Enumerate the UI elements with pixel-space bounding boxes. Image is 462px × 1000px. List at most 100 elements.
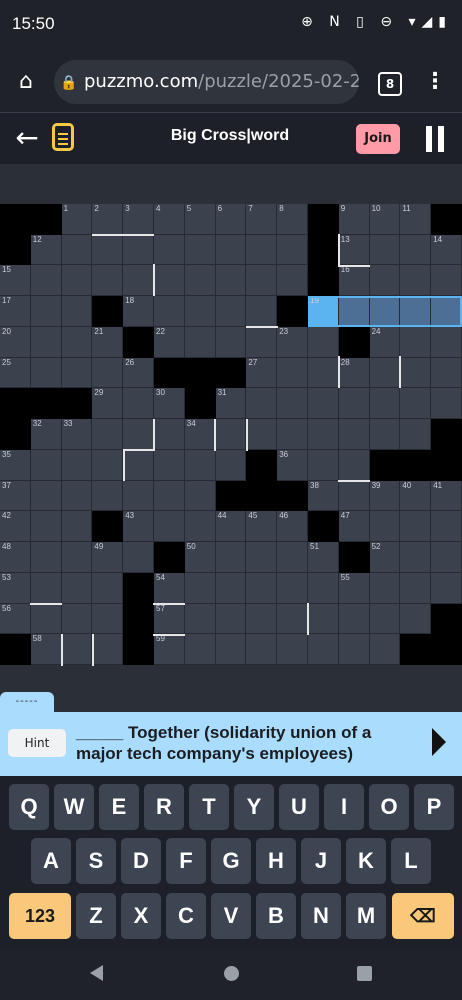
tab-switcher-button[interactable]: 8 bbox=[378, 72, 402, 96]
grid-cell[interactable] bbox=[308, 634, 339, 665]
grid-cell[interactable] bbox=[431, 511, 462, 543]
grid-cell[interactable] bbox=[123, 449, 154, 481]
grid-cell[interactable]: 15 bbox=[0, 265, 31, 297]
grid-cell[interactable] bbox=[154, 511, 185, 543]
grid-cell[interactable]: 26 bbox=[123, 357, 154, 389]
grid-cell[interactable] bbox=[92, 357, 124, 389]
backspace-key[interactable]: ⌫ bbox=[392, 893, 454, 939]
grid-cell[interactable] bbox=[30, 572, 62, 604]
grid-cell[interactable]: 3 bbox=[123, 204, 154, 235]
grid-cell[interactable]: 31 bbox=[215, 388, 247, 420]
grid-cell[interactable] bbox=[400, 572, 432, 604]
grid-cell[interactable]: 1 bbox=[61, 204, 93, 235]
grid-cell[interactable] bbox=[184, 603, 216, 635]
next-clue-icon[interactable] bbox=[432, 728, 446, 756]
grid-cell[interactable] bbox=[123, 542, 154, 573]
grid-cell[interactable] bbox=[338, 419, 370, 450]
grid-cell[interactable] bbox=[308, 388, 339, 420]
grid-cell[interactable] bbox=[215, 542, 247, 573]
key-i[interactable]: I bbox=[324, 784, 364, 830]
grid-cell[interactable]: 54 bbox=[154, 572, 185, 604]
grid-cell[interactable] bbox=[184, 265, 216, 297]
crossword-grid[interactable]: 1 2 3 4 5 6 7 8 9 10 11 12 13 14 15 16 17 18 19 20 21 22 23 24 2… bbox=[0, 204, 462, 666]
grid-cell[interactable]: 20 bbox=[0, 326, 31, 358]
grid-cell[interactable] bbox=[215, 572, 247, 604]
grid-cell[interactable]: 53 bbox=[0, 572, 31, 604]
grid-cell[interactable] bbox=[61, 480, 93, 512]
grid-cell[interactable]: 7 bbox=[246, 204, 278, 235]
grid-cell[interactable] bbox=[338, 296, 370, 327]
grid-cell[interactable] bbox=[277, 542, 308, 573]
grid-cell[interactable]: 23 bbox=[277, 326, 308, 358]
grid-cell[interactable]: 6 bbox=[215, 204, 247, 235]
key-p[interactable]: P bbox=[414, 784, 454, 830]
grid-cell[interactable]: 43 bbox=[123, 511, 154, 543]
grid-cell[interactable] bbox=[369, 511, 401, 543]
grid-cell[interactable]: 36 bbox=[277, 449, 308, 481]
grid-cell[interactable] bbox=[184, 296, 216, 327]
grid-cell[interactable] bbox=[154, 296, 185, 327]
grid-cell[interactable] bbox=[30, 603, 62, 635]
grid-cell[interactable] bbox=[338, 603, 370, 635]
grid-cell[interactable] bbox=[215, 449, 247, 481]
grid-cell[interactable]: 40 bbox=[400, 480, 432, 512]
grid-cell[interactable] bbox=[61, 326, 93, 358]
grid-cell[interactable]: 37 bbox=[0, 480, 31, 512]
key-w[interactable]: W bbox=[54, 784, 94, 830]
grid-cell[interactable] bbox=[30, 542, 62, 573]
grid-cell[interactable]: 12 bbox=[30, 234, 62, 266]
key-u[interactable]: U bbox=[279, 784, 319, 830]
grid-cell[interactable] bbox=[61, 542, 93, 573]
grid-cell[interactable] bbox=[30, 480, 62, 512]
grid-cell[interactable] bbox=[61, 449, 93, 481]
grid-cell[interactable] bbox=[369, 603, 401, 635]
key-q[interactable]: Q bbox=[9, 784, 49, 830]
grid-cell[interactable]: 29 bbox=[92, 388, 124, 420]
grid-cell[interactable] bbox=[184, 572, 216, 604]
grid-cell[interactable] bbox=[92, 234, 124, 266]
key-f[interactable]: F bbox=[166, 838, 206, 884]
grid-cell[interactable] bbox=[92, 265, 124, 297]
key-c[interactable]: C bbox=[166, 893, 206, 939]
grid-cell[interactable] bbox=[277, 603, 308, 635]
grid-cell[interactable]: 4 bbox=[154, 204, 185, 235]
key-z[interactable]: Z bbox=[76, 893, 116, 939]
grid-cell[interactable] bbox=[215, 234, 247, 266]
grid-cell[interactable]: 19 bbox=[308, 296, 339, 327]
grid-cell[interactable]: 55 bbox=[338, 572, 370, 604]
key-d[interactable]: D bbox=[121, 838, 161, 884]
grid-cell[interactable] bbox=[277, 572, 308, 604]
grid-cell[interactable]: 33 bbox=[61, 419, 93, 450]
key-t[interactable]: T bbox=[189, 784, 229, 830]
grid-cell[interactable]: 52 bbox=[369, 542, 401, 573]
grid-cell[interactable]: 9 bbox=[338, 204, 370, 235]
key-y[interactable]: Y bbox=[234, 784, 274, 830]
grid-cell[interactable] bbox=[184, 326, 216, 358]
grid-cell[interactable] bbox=[400, 234, 432, 266]
grid-cell[interactable] bbox=[277, 357, 308, 389]
numbers-key[interactable]: 123 bbox=[9, 893, 71, 939]
grid-cell[interactable] bbox=[123, 265, 154, 297]
clue-list-tab[interactable]: ----- bbox=[0, 692, 54, 714]
grid-cell[interactable]: 2 bbox=[92, 204, 124, 235]
pause-icon[interactable] bbox=[426, 126, 446, 152]
grid-cell[interactable] bbox=[61, 357, 93, 389]
grid-cell[interactable]: 30 bbox=[154, 388, 185, 420]
grid-cell[interactable] bbox=[184, 480, 216, 512]
grid-cell[interactable] bbox=[154, 449, 185, 481]
grid-cell[interactable] bbox=[61, 634, 93, 665]
home-icon[interactable]: ⌂ bbox=[12, 68, 40, 96]
grid-cell[interactable] bbox=[30, 296, 62, 327]
hint-button[interactable]: Hint bbox=[8, 729, 66, 757]
grid-cell[interactable] bbox=[277, 234, 308, 266]
grid-cell[interactable]: 24 bbox=[369, 326, 401, 358]
grid-cell[interactable] bbox=[369, 234, 401, 266]
grid-cell[interactable] bbox=[154, 234, 185, 266]
browser-menu-icon[interactable]: ⋮ bbox=[424, 68, 446, 96]
grid-cell[interactable] bbox=[369, 419, 401, 450]
grid-cell[interactable] bbox=[338, 480, 370, 512]
grid-cell[interactable] bbox=[431, 326, 462, 358]
grid-cell[interactable] bbox=[246, 296, 278, 327]
grid-cell[interactable] bbox=[92, 572, 124, 604]
grid-cell[interactable] bbox=[431, 296, 462, 327]
